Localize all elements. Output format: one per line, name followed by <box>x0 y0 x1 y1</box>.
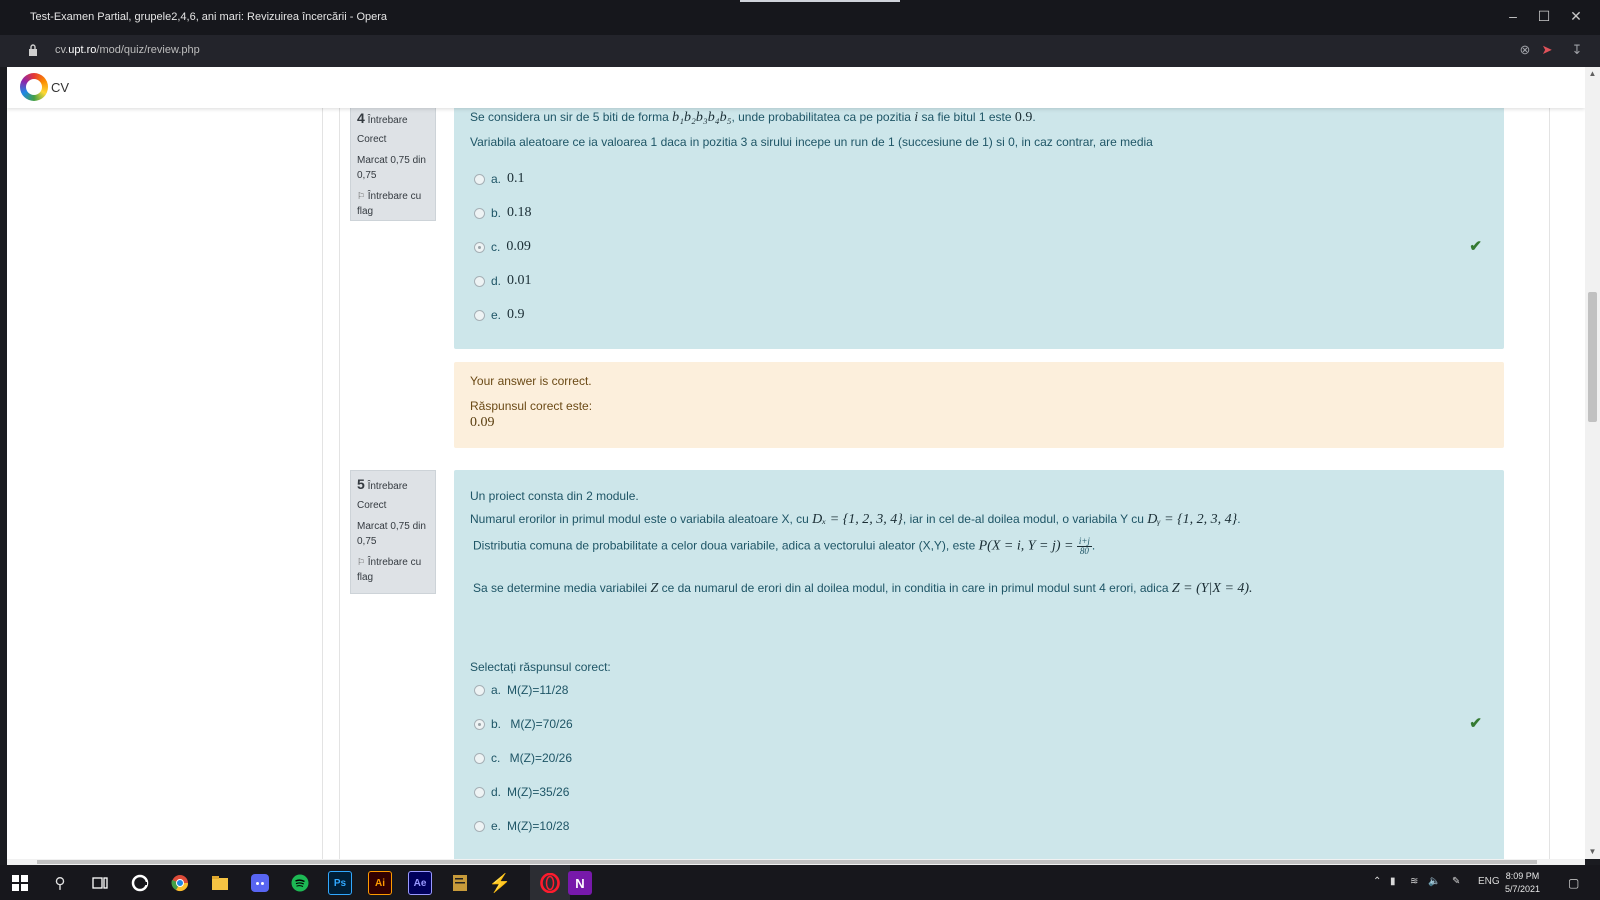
site-logo-text[interactable]: CV <box>51 80 69 95</box>
correct-check-icon: ✔ <box>1469 715 1482 732</box>
clock-date: 5/7/2021 <box>1505 884 1541 894</box>
radio-button[interactable] <box>474 173 485 185</box>
content-divider-right <box>1549 108 1550 859</box>
scroll-down-icon[interactable]: ▼ <box>1585 847 1600 856</box>
photoshop-icon[interactable]: Ps <box>328 871 352 895</box>
illustrator-icon[interactable]: Ai <box>368 871 392 895</box>
search-icon[interactable]: ⚲ <box>48 871 72 895</box>
question-4-text: Se considera un sir de 5 biti de forma b… <box>470 110 1036 125</box>
question-5-info: 5 Întrebare Corect Marcat 0,75 din 0,75 … <box>350 470 436 594</box>
question-5-text-line1: Un proiect consta din 2 module. <box>470 489 639 503</box>
opera-icon[interactable] <box>538 871 562 895</box>
adblock-icon[interactable]: ⊗ <box>1516 42 1534 58</box>
discord-icon[interactable] <box>248 871 272 895</box>
system-clock[interactable]: 8:09 PM 5/7/2021 <box>1505 870 1540 896</box>
download-icon[interactable]: ↧ <box>1568 42 1586 58</box>
language-indicator[interactable]: ENG <box>1478 876 1500 887</box>
onenote-icon[interactable]: N <box>568 871 592 895</box>
close-icon[interactable]: ✕ <box>1565 8 1587 25</box>
chevron-up-icon[interactable]: ⌃ <box>1373 876 1381 887</box>
question-4-feedback: Your answer is correct. Răspunsul corect… <box>454 362 1504 448</box>
select-prompt: Selectați răspunsul corect: <box>470 660 611 674</box>
answer-option-d[interactable]: d. 0.01 <box>474 273 532 289</box>
site-logo[interactable] <box>20 73 48 101</box>
right-answer-value: 0.09 <box>470 415 495 430</box>
scroll-up-icon[interactable]: ▲ <box>1585 69 1600 78</box>
question-4-info: 4 Întrebare Corect Marcat 0,75 din 0,75 … <box>350 104 436 221</box>
browser-title-bar: Test-Examen Partial, grupele2,4,6, ani m… <box>0 0 1600 35</box>
question-4-formulation: Se considera un sir de 5 biti de forma b… <box>454 104 1504 349</box>
g-hub-icon[interactable] <box>128 871 152 895</box>
radio-button-selected[interactable] <box>474 241 485 253</box>
file-explorer-icon[interactable] <box>208 871 232 895</box>
battery-icon[interactable]: ▮ <box>1390 876 1396 887</box>
radio-button[interactable] <box>474 275 485 287</box>
answer-option-c[interactable]: c. 0.09 <box>474 239 531 255</box>
question-5-text-line2: Numarul erorilor in primul modul este o … <box>470 512 1241 527</box>
answer-option-c[interactable]: c. M(Z)=20/26 <box>474 751 572 765</box>
task-view-icon[interactable] <box>88 871 112 895</box>
tab-indicator <box>740 0 900 2</box>
radio-button[interactable] <box>474 207 485 219</box>
question-number: 5 <box>357 476 365 492</box>
code-editor-icon[interactable] <box>448 871 472 895</box>
volume-icon[interactable]: 🔈 <box>1428 876 1440 887</box>
question-number: 4 <box>357 110 365 126</box>
radio-button[interactable] <box>474 684 485 696</box>
web-page: CV 4 Întrebare Corect Marcat 0,75 din 0,… <box>7 67 1585 859</box>
radio-button[interactable] <box>474 752 485 764</box>
radio-button[interactable] <box>474 820 485 832</box>
vertical-scrollbar[interactable]: ▲ ▼ <box>1585 67 1600 859</box>
windows-taskbar: ⚲ Ps Ai Ae ⚡ N ⌃ ▮ ≋ 🔈 ✎ ENG 8:09 PM 5/7… <box>0 865 1600 900</box>
fraction: i+j 80 <box>1076 536 1092 556</box>
question-mark: Marcat 0,75 din 0,75 <box>357 521 426 547</box>
feedback-message: Your answer is correct. <box>470 374 592 388</box>
url-text[interactable]: cv.upt.ro/mod/quiz/review.php <box>55 44 200 56</box>
flag-icon: ⚐ <box>357 557 366 567</box>
radio-button[interactable] <box>474 786 485 798</box>
content-divider <box>339 108 340 859</box>
wifi-icon[interactable]: ≋ <box>1410 876 1418 887</box>
site-header: CV <box>7 67 1585 108</box>
flash-icon[interactable]: ⚡ <box>488 871 512 895</box>
minimize-icon[interactable]: – <box>1502 8 1524 24</box>
question-5-text-line4: Sa se determine media variabilei Z ce da… <box>473 581 1253 596</box>
address-bar[interactable]: cv.upt.ro/mod/quiz/review.php ⊗ ➤ ↧ <box>0 35 1600 67</box>
answer-option-d[interactable]: d. M(Z)=35/26 <box>474 785 569 799</box>
answer-option-a[interactable]: a. M(Z)=11/28 <box>474 683 568 697</box>
question-state: Corect <box>357 134 387 145</box>
notifications-icon[interactable]: ▢ <box>1568 876 1579 890</box>
radio-button-selected[interactable] <box>474 718 485 730</box>
answer-option-e[interactable]: e. M(Z)=10/28 <box>474 819 569 833</box>
flag-question-link[interactable]: ⚐ Întrebare cu flag <box>357 555 429 585</box>
scrollbar-thumb[interactable] <box>1588 292 1597 422</box>
question-5-text-line3: Distributia comuna de probabilitate a ce… <box>473 536 1096 556</box>
question-5-formulation: Un proiect consta din 2 module. Numarul … <box>454 470 1504 859</box>
windows-start-icon[interactable] <box>8 871 32 895</box>
pen-icon[interactable]: ✎ <box>1452 876 1460 887</box>
question-state: Corect <box>357 500 387 511</box>
answer-option-b[interactable]: b. M(Z)=70/26 <box>474 717 573 731</box>
window-title: Test-Examen Partial, grupele2,4,6, ani m… <box>30 11 388 23</box>
flag-icon: ⚐ <box>357 191 366 201</box>
right-answer-label: Răspunsul corect este: <box>470 399 593 413</box>
answer-option-b[interactable]: b. 0.18 <box>474 205 532 221</box>
question-mark: Marcat 0,75 din 0,75 <box>357 155 426 181</box>
answer-option-a[interactable]: a. 0.1 <box>474 171 525 187</box>
correct-check-icon: ✔ <box>1469 238 1482 255</box>
after-effects-icon[interactable]: Ae <box>408 871 432 895</box>
flag-question-link[interactable]: ⚐ Întrebare cu flag <box>357 189 429 219</box>
question-4-text-line2: Variabila aleatoare ce ia valoarea 1 dac… <box>470 135 1153 149</box>
lock-icon <box>29 44 37 56</box>
spotify-icon[interactable] <box>288 871 312 895</box>
send-icon[interactable]: ➤ <box>1538 42 1556 58</box>
maximize-icon[interactable]: ☐ <box>1533 8 1555 25</box>
clock-time: 8:09 PM <box>1505 871 1540 881</box>
answer-option-e[interactable]: e. 0.9 <box>474 307 525 323</box>
scrollbar-thumb[interactable] <box>37 860 1537 864</box>
left-sidebar <box>7 108 323 859</box>
chrome-icon[interactable] <box>168 871 192 895</box>
radio-button[interactable] <box>474 309 485 321</box>
